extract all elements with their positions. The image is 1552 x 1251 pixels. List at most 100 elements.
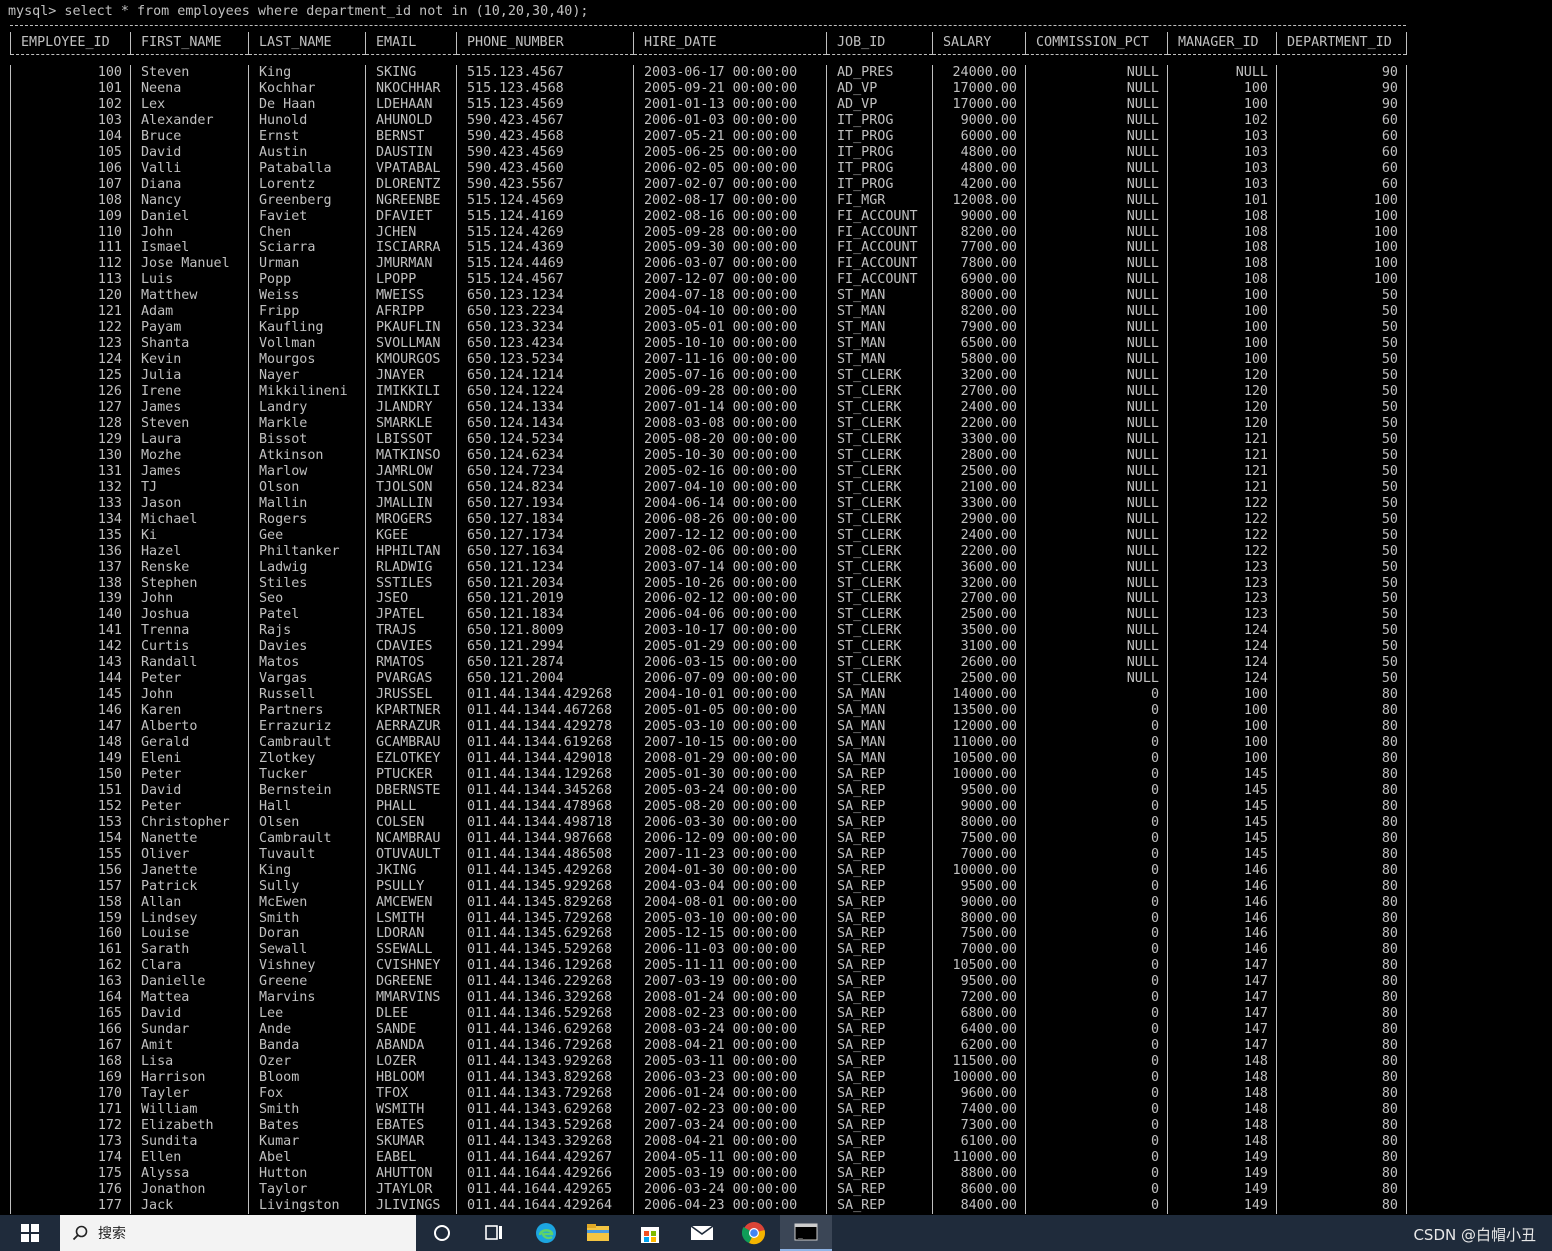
cell-job-id: SA_REP <box>826 830 933 847</box>
cell-last-name: Hall <box>248 798 366 815</box>
cell-phone-number: 011.44.1346.329268 <box>456 990 634 1007</box>
cell-first-name: Trenna <box>130 623 249 640</box>
cell-first-name: Laura <box>130 431 249 448</box>
table-top-border <box>8 20 1418 32</box>
cell-last-name: Bissot <box>248 431 366 448</box>
cortana-icon[interactable] <box>416 1215 468 1251</box>
cell-employee-id: 109 <box>10 208 131 225</box>
cell-phone-number: 011.44.1644.429266 <box>456 1165 634 1182</box>
cell-department-id: 50 <box>1276 671 1407 688</box>
cell-department-id: 50 <box>1276 368 1407 385</box>
store-icon[interactable] <box>624 1215 676 1251</box>
table-row: 161 Sarath Sewall SSEWALL 011.44.1345.529268… <box>10 942 1407 959</box>
mail-icon[interactable] <box>676 1215 728 1251</box>
cell-manager-id: 108 <box>1167 224 1277 241</box>
cell-manager-id: 100 <box>1167 336 1277 353</box>
cell-phone-number: 650.121.2019 <box>456 591 634 608</box>
chrome-icon[interactable] <box>728 1215 780 1251</box>
cell-email: LBISSOT <box>365 431 457 448</box>
cell-manager-id: 146 <box>1167 862 1277 879</box>
cell-commission-pct: 0 <box>1025 719 1168 736</box>
cell-first-name: Hazel <box>130 543 249 560</box>
cell-commission-pct: 0 <box>1025 1101 1168 1118</box>
cell-employee-id: 159 <box>10 910 131 927</box>
cell-salary: 6400.00 <box>932 1022 1026 1039</box>
cell-last-name: Austin <box>248 144 366 161</box>
cell-email: PTUCKER <box>365 766 457 783</box>
cell-job-id: IT_PROG <box>826 176 933 193</box>
cell-job-id: SA_REP <box>826 862 933 879</box>
cell-first-name: Adam <box>130 304 249 321</box>
cell-email: JMALLIN <box>365 495 457 512</box>
cell-first-name: David <box>130 144 249 161</box>
cell-manager-id: 100 <box>1167 288 1277 305</box>
table-row: 103 Alexander Hunold AHUNOLD 590.423.4567 200… <box>10 112 1407 129</box>
cell-commission-pct: NULL <box>1025 128 1168 145</box>
cell-salary: 2400.00 <box>932 527 1026 544</box>
table-row: 109 Daniel Faviet DFAVIET 515.124.4169 2002-0… <box>10 208 1407 225</box>
table-row: 139 John Seo JSEO 650.121.2019 2006-02-12 00:… <box>10 591 1407 608</box>
cell-email: HPHILTAN <box>365 543 457 560</box>
cell-salary: 12008.00 <box>932 192 1026 209</box>
cell-employee-id: 144 <box>10 671 131 688</box>
cell-job-id: SA_MAN <box>826 719 933 736</box>
cell-job-id: FI_ACCOUNT <box>826 256 933 273</box>
cell-last-name: Banda <box>248 1038 366 1055</box>
cell-salary: 2400.00 <box>932 400 1026 416</box>
cell-manager-id: 146 <box>1167 942 1277 959</box>
cell-phone-number: 515.123.4569 <box>456 96 634 113</box>
cell-manager-id: 149 <box>1167 1181 1277 1198</box>
cell-salary: 3200.00 <box>932 575 1026 592</box>
cell-phone-number: 011.44.1343.629268 <box>456 1101 634 1118</box>
cell-job-id: ST_CLERK <box>826 527 933 544</box>
cell-department-id: 50 <box>1276 384 1407 401</box>
table-row: 108 Nancy Greenberg NGREENBE 515.124.4569 200… <box>10 192 1407 209</box>
column-header-job-id: JOB_ID <box>826 32 933 55</box>
cell-job-id: SA_REP <box>826 1022 933 1039</box>
cell-first-name: David <box>130 782 249 799</box>
cell-first-name: Joshua <box>130 607 249 624</box>
cell-department-id: 50 <box>1276 463 1407 480</box>
cell-phone-number: 650.124.1224 <box>456 384 634 401</box>
cell-email: NGREENBE <box>365 192 457 209</box>
cell-department-id: 80 <box>1276 1197 1407 1214</box>
cell-job-id: SA_REP <box>826 1149 933 1166</box>
cell-job-id: SA_REP <box>826 878 933 895</box>
cell-job-id: SA_REP <box>826 1117 933 1134</box>
cell-last-name: Weiss <box>248 288 366 305</box>
cell-last-name: Kumar <box>248 1133 366 1150</box>
file-explorer-icon[interactable] <box>572 1215 624 1251</box>
cell-email: DAUSTIN <box>365 144 457 161</box>
windows-start-icon[interactable] <box>0 1215 60 1251</box>
task-view-icon[interactable] <box>468 1215 520 1251</box>
cell-last-name: Kochhar <box>248 80 366 97</box>
terminal-icon[interactable]: _ <box>780 1215 832 1251</box>
cell-phone-number: 011.44.1345.729268 <box>456 910 634 927</box>
cell-commission-pct: NULL <box>1025 447 1168 464</box>
table-row: 177 Jack Livingston JLIVINGS 011.44.1644.429… <box>10 1197 1407 1214</box>
cell-email: EZLOTKEY <box>365 750 457 767</box>
cell-manager-id: 120 <box>1167 384 1277 401</box>
cell-email: JSEO <box>365 591 457 608</box>
cell-salary: 17000.00 <box>932 96 1026 113</box>
cell-email: JMURMAN <box>365 256 457 273</box>
cell-email: SVOLLMAN <box>365 336 457 353</box>
cell-employee-id: 107 <box>10 176 131 193</box>
cell-salary: 2100.00 <box>932 479 1026 496</box>
cell-first-name: Mozhe <box>130 447 249 464</box>
cell-first-name: Peter <box>130 766 249 783</box>
cell-hire-date: 2006-01-03 00:00:00 <box>633 112 827 129</box>
cell-job-id: SA_REP <box>826 942 933 959</box>
edge-icon[interactable] <box>520 1215 572 1251</box>
cell-hire-date: 2005-03-11 00:00:00 <box>633 1054 827 1071</box>
cell-salary: 11500.00 <box>932 1054 1026 1071</box>
cell-commission-pct: NULL <box>1025 176 1168 193</box>
cell-department-id: 50 <box>1276 639 1407 656</box>
cell-manager-id: 124 <box>1167 655 1277 672</box>
cell-salary: 3600.00 <box>932 559 1026 576</box>
cell-department-id: 80 <box>1276 1133 1407 1150</box>
cell-first-name: Alexander <box>130 112 249 129</box>
taskbar-search-box[interactable]: 搜索 <box>60 1215 416 1251</box>
mysql-console-window[interactable]: mysql> select * from employees where dep… <box>0 0 1552 1215</box>
cell-employee-id: 127 <box>10 400 131 416</box>
